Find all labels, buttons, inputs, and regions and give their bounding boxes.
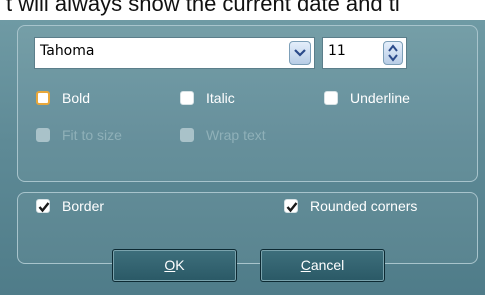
rounded-corners-label: Rounded corners [310,198,418,214]
checkbox-box[interactable] [36,199,50,213]
wrap-text-checkbox: Wrap text [180,127,266,143]
bold-checkbox[interactable]: Bold [36,90,90,106]
font-family-dropdown[interactable]: Tahoma [34,37,315,69]
up-down-arrows-icon[interactable] [383,41,403,65]
border-label: Border [62,198,105,214]
italic-label: Italic [206,90,235,106]
background-text: t will always show the current date and … [6,0,400,16]
checkbox-box[interactable] [324,91,338,105]
font-size-spinner[interactable]: 11 [322,37,407,69]
ok-label-rest: K [175,257,185,273]
font-family-value: Tahoma [40,43,95,59]
ok-mnemonic: O [164,257,176,273]
rounded-corners-checkbox[interactable]: Rounded corners [284,198,417,214]
cancel-mnemonic: C [300,257,311,273]
font-size-value: 11 [328,43,346,59]
chevron-down-icon[interactable] [289,41,311,65]
text-format-dialog: Tahoma 11 Bold Italic Underline Fit to s… [0,20,485,295]
border-checkbox[interactable]: Border [36,198,104,214]
fit-to-size-checkbox: Fit to size [36,127,122,143]
cancel-label-rest: ancel [310,257,345,273]
underline-checkbox[interactable]: Underline [324,90,410,106]
checkbox-box[interactable] [36,91,50,105]
underline-label: Underline [350,90,410,106]
checkbox-box[interactable] [284,199,298,213]
checkbox-box[interactable] [180,91,194,105]
fit-to-size-label: Fit to size [62,127,122,143]
bold-label: Bold [62,90,91,106]
checkbox-box [36,128,50,142]
cancel-button[interactable]: Cancel [260,249,385,282]
background-text-strip: t will always show the current date and … [0,0,485,20]
ok-button[interactable]: OK [112,249,237,282]
checkbox-box [180,128,194,142]
italic-checkbox[interactable]: Italic [180,90,235,106]
wrap-text-label: Wrap text [206,127,266,143]
